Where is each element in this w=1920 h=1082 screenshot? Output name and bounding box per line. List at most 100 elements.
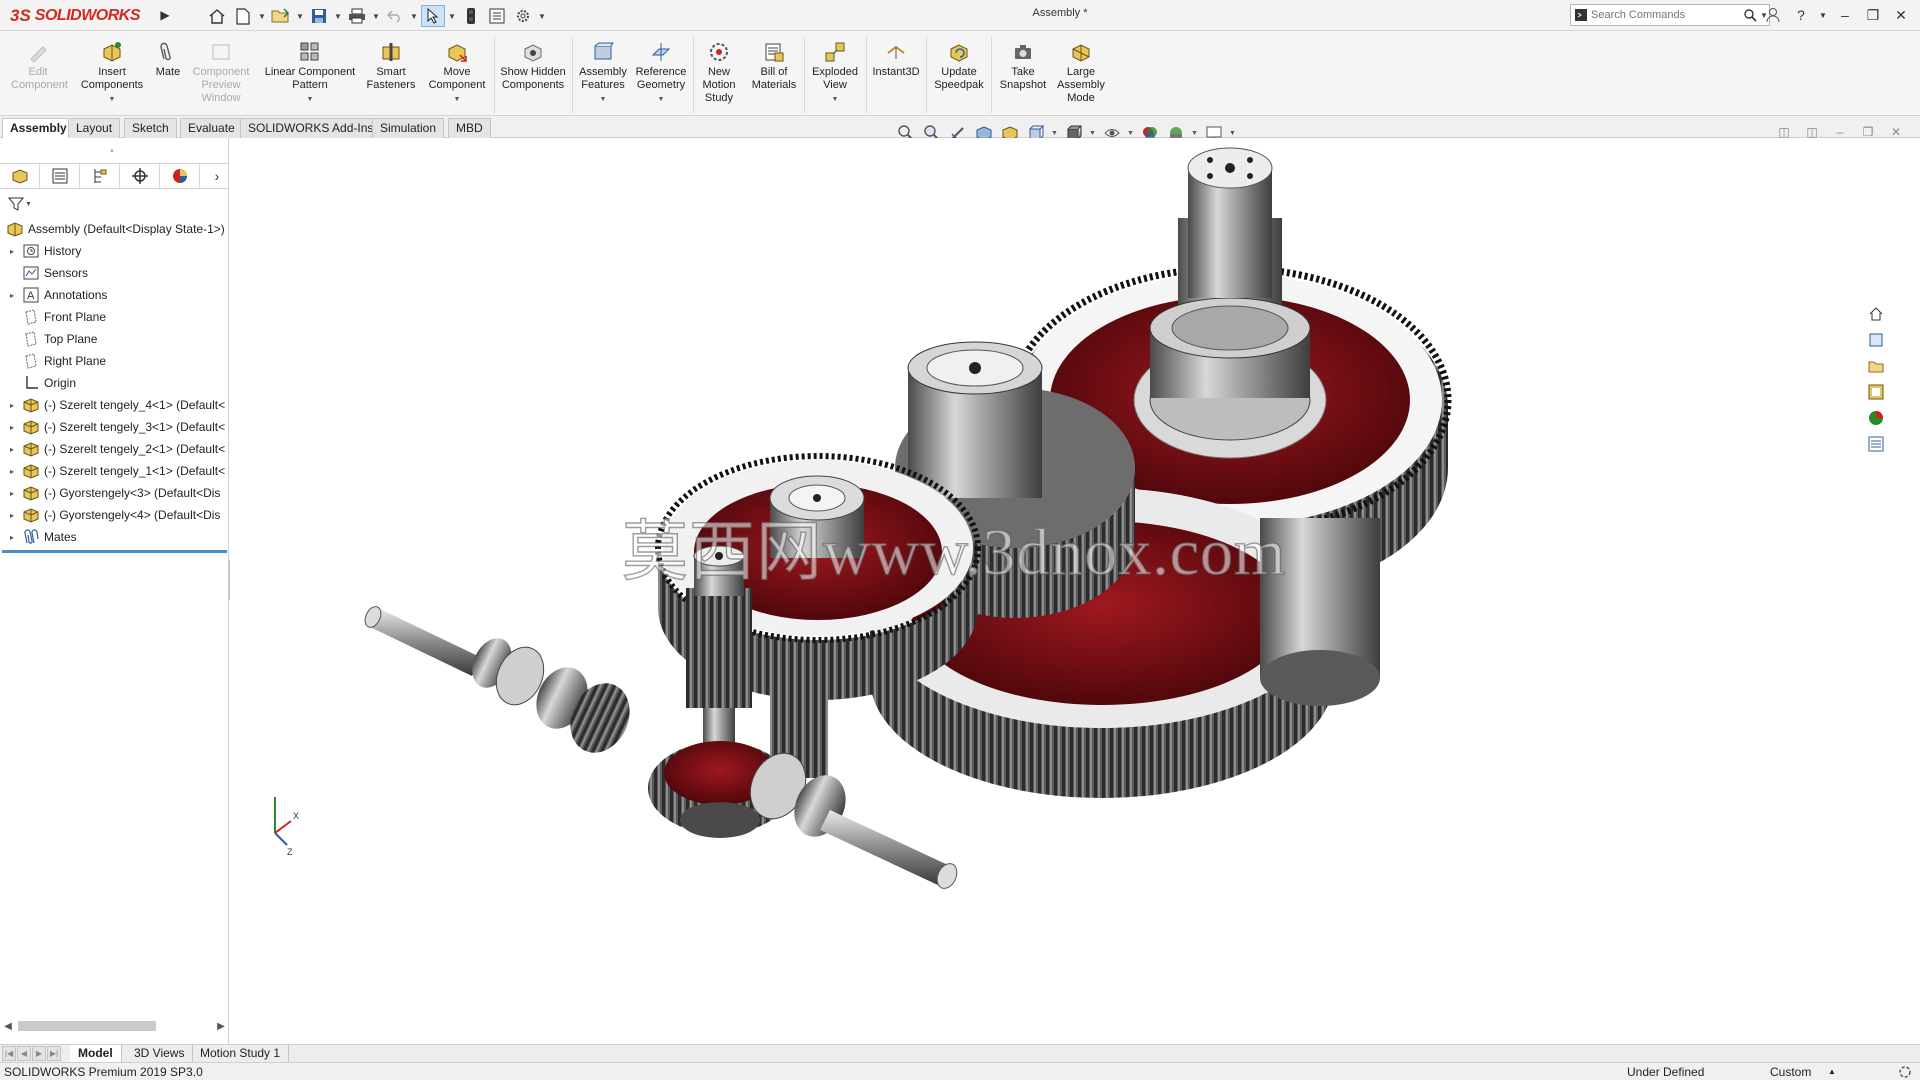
reference-geometry-dropdown-icon[interactable]: ▼ bbox=[658, 93, 665, 106]
edit-component-button[interactable]: Edit Component bbox=[6, 41, 70, 92]
expand-arrow-icon[interactable]: ▸ bbox=[6, 467, 18, 476]
tree-item-top-plane[interactable]: Top Plane bbox=[0, 328, 229, 350]
file-properties-icon[interactable] bbox=[485, 5, 509, 27]
viewport-close-icon[interactable]: ✕ bbox=[1888, 124, 1904, 140]
configuration-manager-tab-icon[interactable] bbox=[80, 164, 120, 188]
tab-solidworks-addins[interactable]: SOLIDWORKS Add-Ins bbox=[240, 118, 382, 138]
help-icon[interactable]: ? bbox=[1790, 4, 1812, 26]
user-account-icon[interactable] bbox=[1762, 4, 1784, 26]
insert-components-dropdown-icon[interactable]: ▼ bbox=[109, 93, 116, 106]
tab-assembly[interactable]: Assembly bbox=[2, 118, 75, 138]
menu-expand-arrow-icon[interactable]: ▶ bbox=[158, 4, 172, 26]
traffic-light-icon[interactable] bbox=[459, 5, 483, 27]
tree-item-annotations[interactable]: ▸ A Annotations bbox=[0, 284, 229, 306]
save-dropdown-icon[interactable]: ▼ bbox=[333, 5, 343, 27]
last-tab-icon[interactable]: ▶| bbox=[47, 1046, 61, 1061]
tree-item-component[interactable]: ▸ (-) Szerelt tengely_3<1> (Default< bbox=[0, 416, 229, 438]
file-explorer-icon[interactable] bbox=[1865, 355, 1887, 377]
mate-button[interactable]: Mate bbox=[150, 41, 186, 79]
apply-scene-dropdown-icon[interactable]: ▼ bbox=[1191, 130, 1199, 137]
undo-dropdown-icon[interactable]: ▼ bbox=[409, 5, 419, 27]
tree-item-sensors[interactable]: Sensors bbox=[0, 262, 229, 284]
assembly-features-dropdown-icon[interactable]: ▼ bbox=[600, 93, 607, 106]
search-icon[interactable] bbox=[1741, 8, 1759, 22]
insert-components-button[interactable]: Insert Components ▼ bbox=[76, 41, 148, 106]
tab-motion-study-1[interactable]: Motion Study 1 bbox=[192, 1045, 290, 1062]
tree-item-history[interactable]: ▸ History bbox=[0, 240, 229, 262]
appearances-scenes-icon[interactable] bbox=[1865, 407, 1887, 429]
tree-item-component[interactable]: ▸ (-) Szerelt tengely_1<1> (Default< bbox=[0, 460, 229, 482]
search-commands-box[interactable]: ▼ bbox=[1570, 4, 1770, 26]
new-dropdown-icon[interactable]: ▼ bbox=[257, 5, 267, 27]
reference-geometry-button[interactable]: Reference Geometry ▼ bbox=[632, 41, 690, 106]
tree-item-component[interactable]: ▸ (-) Gyorstengely<4> (Default<Dis bbox=[0, 504, 229, 526]
solidworks-resources-icon[interactable] bbox=[1865, 303, 1887, 325]
tab-3d-views[interactable]: 3D Views bbox=[126, 1045, 194, 1062]
expand-arrow-icon[interactable]: ▸ bbox=[6, 423, 18, 432]
design-library-icon[interactable] bbox=[1865, 329, 1887, 351]
display-manager-tab-icon[interactable] bbox=[160, 164, 200, 188]
tree-filter[interactable]: ▼ bbox=[8, 195, 34, 213]
unit-system[interactable]: Custom bbox=[1770, 1065, 1811, 1079]
show-hidden-components-button[interactable]: Show Hidden Components bbox=[498, 41, 568, 92]
display-style-dropdown-icon[interactable]: ▼ bbox=[1089, 130, 1097, 137]
exploded-view-button[interactable]: Exploded View ▼ bbox=[806, 41, 864, 106]
instant3d-button[interactable]: Instant3D bbox=[868, 41, 924, 79]
prev-tab-icon[interactable]: ◀ bbox=[17, 1046, 31, 1061]
tab-evaluate[interactable]: Evaluate bbox=[180, 118, 243, 138]
linear-pattern-dropdown-icon[interactable]: ▼ bbox=[307, 93, 314, 106]
minimize-icon[interactable]: – bbox=[1834, 4, 1856, 26]
tree-item-right-plane[interactable]: Right Plane bbox=[0, 350, 229, 372]
search-input[interactable] bbox=[1591, 9, 1741, 21]
select-dropdown-icon[interactable]: ▼ bbox=[447, 5, 457, 27]
unit-system-dropdown-icon[interactable]: ▲ bbox=[1828, 1067, 1836, 1076]
expand-arrow-icon[interactable]: ▸ bbox=[6, 247, 18, 256]
tree-item-component[interactable]: ▸ (-) Szerelt tengely_4<1> (Default< bbox=[0, 394, 229, 416]
move-component-button[interactable]: Move Component ▼ bbox=[422, 41, 492, 106]
select-cursor-icon[interactable] bbox=[421, 5, 445, 27]
assembly-features-button[interactable]: Assembly Features ▼ bbox=[576, 41, 630, 106]
panel-grip-icon[interactable]: • bbox=[106, 146, 118, 156]
tab-sketch[interactable]: Sketch bbox=[124, 118, 177, 138]
view-orientation-dropdown-icon[interactable]: ▼ bbox=[1051, 130, 1059, 137]
next-tab-icon[interactable]: ▶ bbox=[32, 1046, 46, 1061]
more-tabs-chevron-icon[interactable]: › bbox=[205, 164, 229, 188]
open-dropdown-icon[interactable]: ▼ bbox=[295, 5, 305, 27]
feature-manager-tree-tab-icon[interactable] bbox=[0, 164, 40, 188]
undo-icon[interactable] bbox=[383, 5, 407, 27]
large-assembly-mode-button[interactable]: Large Assembly Mode bbox=[1054, 41, 1108, 105]
solidworks-logo[interactable]: 3S SOLIDWORKS bbox=[10, 3, 158, 29]
tree-item-mates[interactable]: ▸ Mates bbox=[0, 526, 229, 548]
scroll-thumb[interactable] bbox=[18, 1021, 156, 1031]
expand-arrow-icon[interactable]: ▸ bbox=[6, 445, 18, 454]
component-preview-window-button[interactable]: Component Preview Window bbox=[188, 41, 254, 105]
scroll-left-icon[interactable]: ◀ bbox=[0, 1021, 16, 1032]
smart-fasteners-button[interactable]: Smart Fasteners bbox=[364, 41, 418, 92]
tab-model[interactable]: Model bbox=[70, 1045, 122, 1062]
take-snapshot-button[interactable]: Take Snapshot bbox=[994, 41, 1052, 92]
new-document-icon[interactable] bbox=[231, 5, 255, 27]
hide-show-dropdown-icon[interactable]: ▼ bbox=[1127, 130, 1135, 137]
feature-tree-scrollbar[interactable]: ◀ ▶ bbox=[0, 1018, 229, 1034]
linear-component-pattern-button[interactable]: Linear Component Pattern ▼ bbox=[258, 41, 362, 106]
restore-icon[interactable]: ❐ bbox=[1862, 4, 1884, 26]
save-icon[interactable] bbox=[307, 5, 331, 27]
rebuild-status-icon[interactable] bbox=[1898, 1065, 1912, 1082]
new-motion-study-button[interactable]: New Motion Study bbox=[696, 41, 742, 105]
move-component-dropdown-icon[interactable]: ▼ bbox=[454, 93, 461, 106]
first-tab-icon[interactable]: |◀ bbox=[2, 1046, 16, 1061]
print-dropdown-icon[interactable]: ▼ bbox=[371, 5, 381, 27]
expand-arrow-icon[interactable]: ▸ bbox=[6, 291, 18, 300]
scroll-right-icon[interactable]: ▶ bbox=[213, 1021, 229, 1032]
filter-dropdown-icon[interactable]: ▼ bbox=[25, 201, 32, 208]
help-dropdown-icon[interactable]: ▼ bbox=[1818, 4, 1828, 26]
expand-arrow-icon[interactable]: ▸ bbox=[6, 489, 18, 498]
view-palette-icon[interactable] bbox=[1865, 381, 1887, 403]
update-speedpak-button[interactable]: Update Speedpak bbox=[930, 41, 988, 92]
bill-of-materials-button[interactable]: Bill of Materials bbox=[746, 41, 802, 92]
print-icon[interactable] bbox=[345, 5, 369, 27]
expand-arrow-icon[interactable]: ▸ bbox=[6, 533, 18, 542]
tree-item-component[interactable]: ▸ (-) Gyorstengely<3> (Default<Dis bbox=[0, 482, 229, 504]
options-gear-icon[interactable] bbox=[511, 5, 535, 27]
tree-item-origin[interactable]: Origin bbox=[0, 372, 229, 394]
